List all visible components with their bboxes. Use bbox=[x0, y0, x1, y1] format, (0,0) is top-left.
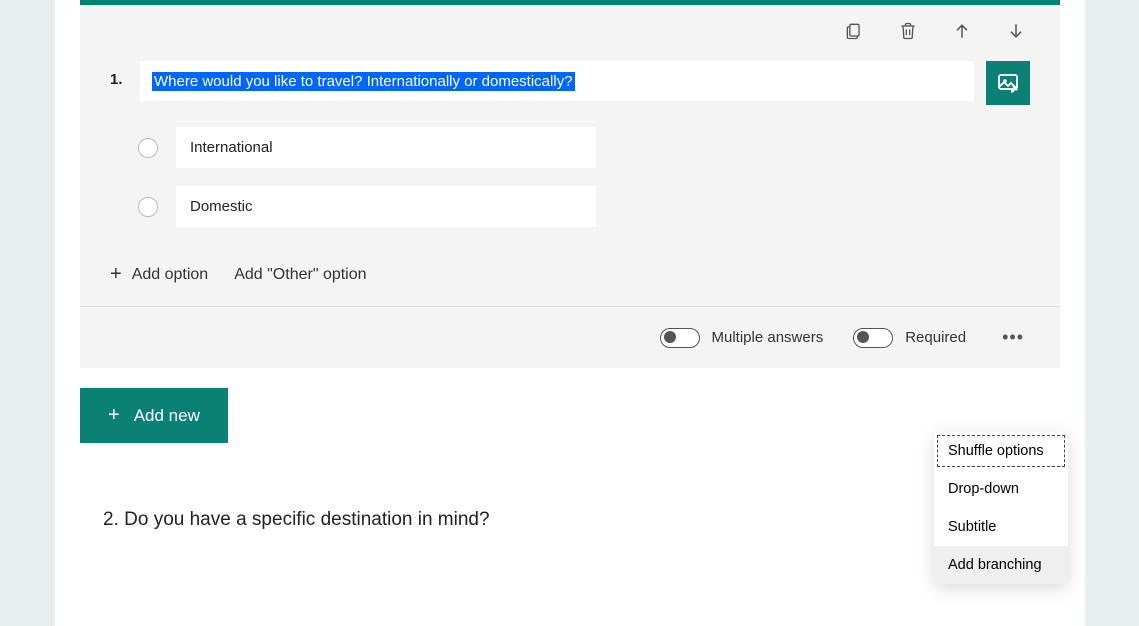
add-new-label: Add new bbox=[134, 406, 200, 426]
options-list: International Domestic bbox=[80, 105, 1060, 255]
trash-icon[interactable] bbox=[896, 19, 920, 43]
multiple-answers-toggle-group: Multiple answers bbox=[660, 328, 824, 348]
option-input[interactable]: Domestic bbox=[176, 186, 596, 227]
required-label: Required bbox=[905, 329, 966, 346]
question-header: 1. Where would you like to travel? Inter… bbox=[80, 51, 1060, 105]
option-row: International bbox=[138, 127, 1030, 168]
option-input[interactable]: International bbox=[176, 127, 596, 168]
more-options-button[interactable]: ••• bbox=[996, 323, 1030, 352]
form-container: 1. Where would you like to travel? Inter… bbox=[55, 0, 1085, 626]
required-toggle-group: Required bbox=[853, 328, 966, 348]
question-number: 1. bbox=[110, 61, 128, 88]
question-toolbar bbox=[80, 5, 1060, 51]
add-new-button[interactable]: + Add new bbox=[80, 388, 228, 443]
radio-icon bbox=[138, 197, 158, 217]
move-down-icon[interactable] bbox=[1004, 19, 1028, 43]
question-text-input[interactable]: Where would you like to travel? Internat… bbox=[140, 61, 974, 101]
plus-icon: + bbox=[108, 404, 120, 427]
add-other-button[interactable]: Add "Other" option bbox=[234, 266, 366, 284]
radio-icon bbox=[138, 138, 158, 158]
multiple-answers-label: Multiple answers bbox=[712, 329, 824, 346]
menu-item-dropdown[interactable]: Drop-down bbox=[934, 470, 1068, 508]
required-toggle[interactable] bbox=[853, 328, 893, 348]
add-option-button[interactable]: + Add option bbox=[110, 263, 208, 286]
add-option-row: + Add option Add "Other" option bbox=[80, 255, 1060, 306]
option-row: Domestic bbox=[138, 186, 1030, 227]
move-up-icon[interactable] bbox=[950, 19, 974, 43]
question-footer: Multiple answers Required ••• bbox=[80, 306, 1060, 368]
multiple-answers-toggle[interactable] bbox=[660, 328, 700, 348]
question-text: Where would you like to travel? Internat… bbox=[152, 72, 575, 91]
copy-icon[interactable] bbox=[842, 19, 866, 43]
insert-media-button[interactable] bbox=[986, 61, 1030, 105]
question-card: 1. Where would you like to travel? Inter… bbox=[80, 0, 1060, 368]
menu-item-shuffle[interactable]: Shuffle options bbox=[934, 432, 1068, 470]
add-option-label: Add option bbox=[132, 266, 209, 284]
menu-item-add-branching[interactable]: Add branching bbox=[934, 546, 1068, 584]
menu-item-subtitle[interactable]: Subtitle bbox=[934, 508, 1068, 546]
plus-icon: + bbox=[110, 263, 122, 286]
more-options-menu: Shuffle options Drop-down Subtitle Add b… bbox=[934, 432, 1068, 584]
